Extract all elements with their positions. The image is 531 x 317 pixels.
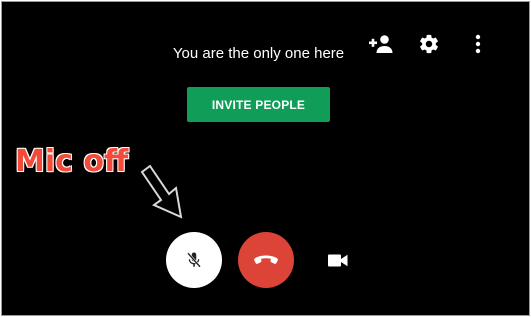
more-vert-icon[interactable] [465,31,491,57]
status-text: You are the only one here [172,45,345,62]
add-person-icon[interactable] [368,31,394,57]
annotation-arrow-icon [139,161,199,232]
hang-up-button[interactable] [238,232,294,288]
camera-button[interactable] [323,246,353,274]
mic-off-icon [185,250,203,270]
call-screen: You are the only one here INVITE PEOPLE … [1,1,530,316]
annotation-label: Mic off [14,143,129,179]
camera-icon [328,254,348,267]
invite-people-button[interactable]: INVITE PEOPLE [187,87,330,122]
mic-off-button[interactable] [166,232,222,288]
settings-icon[interactable] [416,31,442,57]
hang-up-icon [253,254,279,266]
